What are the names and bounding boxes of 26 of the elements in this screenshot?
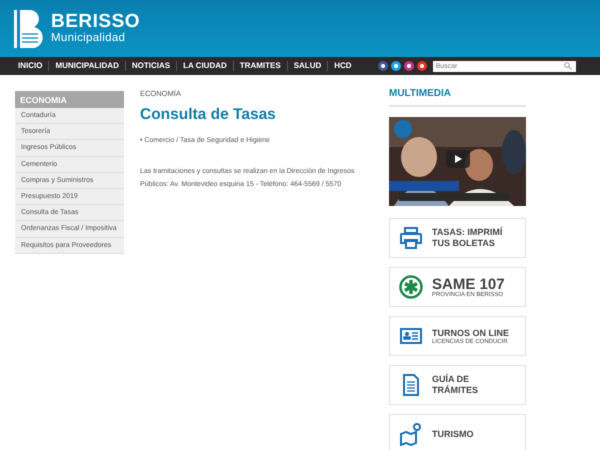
play-button-icon[interactable] [446, 150, 470, 168]
card-title: SAME 107 [432, 276, 506, 292]
map-pin-icon [399, 422, 423, 446]
search-icon[interactable] [564, 62, 572, 70]
service-card[interactable]: GUÍA DE TRÁMITES [389, 365, 526, 405]
logo-subtitle: Municipalidad [51, 32, 126, 45]
service-card[interactable]: TURISMO [389, 414, 526, 450]
nav-link[interactable]: MUNICIPALIDAD [49, 61, 126, 71]
logo-title: BERISSO [51, 12, 140, 32]
nav-link[interactable]: NOTICIAS [126, 61, 178, 71]
card-title: TURISMO [432, 428, 474, 440]
nav-link[interactable]: INICIO [12, 61, 50, 71]
nav-link[interactable]: TRAMITES [234, 61, 288, 71]
nav-link[interactable]: LA CIUDAD [177, 61, 234, 71]
nav-link[interactable]: HCD [328, 61, 358, 71]
card-title: TURNOS ON LINE [432, 328, 510, 338]
service-card[interactable]: TASAS: IMPRIMÍ TUS BOLETAS [389, 218, 526, 258]
card-title: GUÍA DE TRÁMITES [432, 374, 479, 396]
sidebar-title: ECONOMIA [15, 91, 124, 108]
page-title: Consulta de Tasas [140, 106, 277, 124]
section-title: MULTIMEDIA [389, 88, 526, 107]
card-title: TASAS: IMPRIMÍ TUS BOLETAS [432, 227, 504, 249]
nav-link[interactable]: SALUD [288, 61, 328, 71]
printer-icon [399, 226, 423, 250]
logo-icon [14, 10, 44, 48]
asterisk-icon [399, 275, 423, 299]
